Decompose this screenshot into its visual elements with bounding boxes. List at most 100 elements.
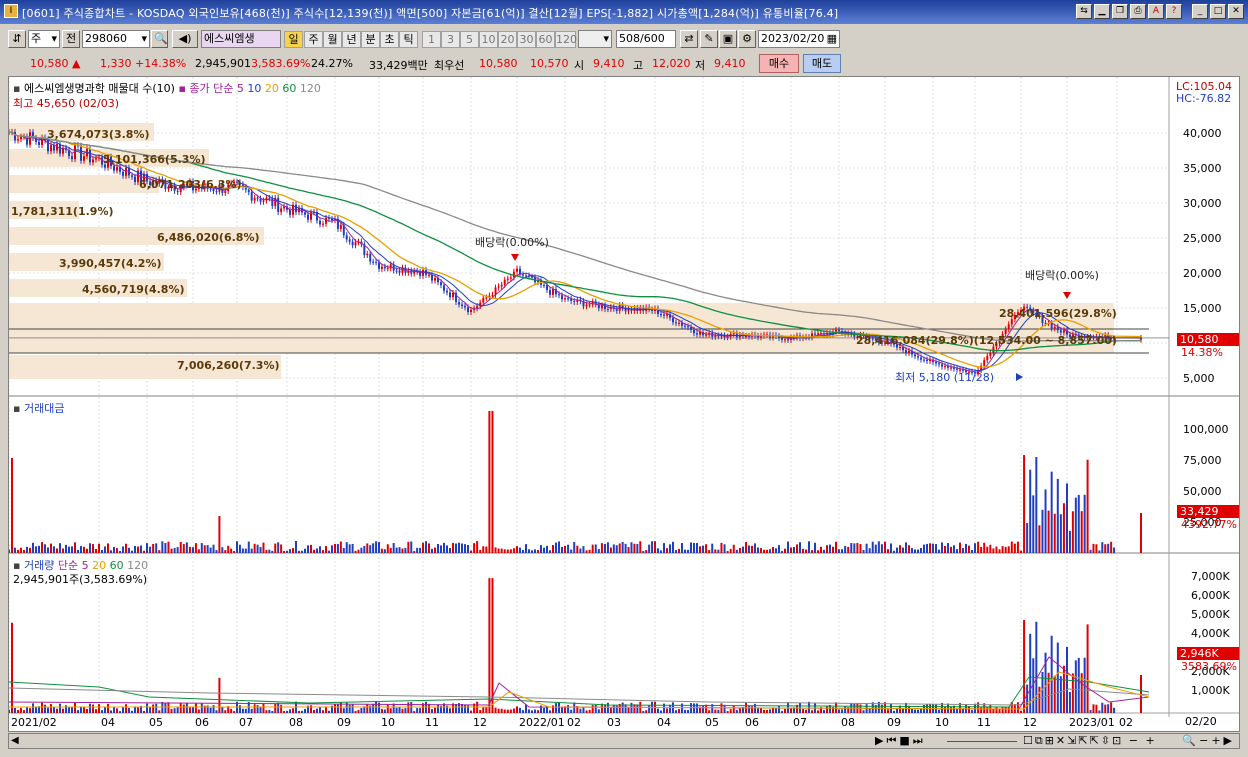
amount-bar: [212, 544, 215, 553]
volume-ytick: 7,000K: [1191, 570, 1230, 583]
stock-code-input[interactable]: 298060 ▾: [82, 30, 150, 48]
amount-bar: [826, 545, 828, 553]
candle: [283, 206, 286, 209]
volume-bar: [835, 702, 837, 713]
pin-icon[interactable]: ⇵: [8, 30, 26, 48]
alert-icon[interactable]: A: [1148, 4, 1164, 19]
tab-period-month[interactable]: 월: [323, 31, 342, 48]
tab-period-minute[interactable]: 분: [361, 31, 380, 48]
interval-3[interactable]: 3: [441, 31, 460, 48]
candle: [295, 204, 297, 213]
playback-controls[interactable]: ▶⏮■⏭: [875, 734, 926, 748]
candle: [503, 279, 506, 285]
minimize-button[interactable]: _: [1192, 4, 1208, 19]
interval-5[interactable]: 5: [460, 31, 479, 48]
amount-bar: [911, 548, 913, 553]
buy-button[interactable]: 매수: [759, 54, 799, 73]
chart-area[interactable]: 2021/02 04 05 06 07 08 09 10 11 12 2022/01 02 03 04 05…: [8, 76, 1240, 732]
amount-bar: [1053, 513, 1056, 553]
candle: [351, 241, 354, 246]
volume-bar: [817, 710, 819, 713]
type-select[interactable]: 주 ▾: [28, 30, 60, 48]
volume-bar: [1016, 702, 1019, 713]
chart-tools[interactable]: ☐⧉⊞✕⇲⇱⇱⇳⊡ − +: [1023, 734, 1157, 748]
sell-button[interactable]: 매도: [803, 54, 841, 73]
amount-bar: [941, 542, 943, 553]
count-input[interactable]: 508/600: [616, 30, 676, 48]
zoom-controls[interactable]: 🔍−+▶: [1182, 734, 1235, 747]
candle: [558, 294, 560, 296]
candle: [247, 189, 250, 193]
amount-bar: [974, 543, 976, 553]
amount-bar: [277, 542, 280, 553]
amount-bar: [657, 548, 659, 553]
amount-bar: [871, 541, 874, 553]
amount-bar: [567, 544, 570, 553]
interval-10[interactable]: 10: [479, 31, 498, 48]
volume-bar: [570, 709, 573, 713]
save-icon[interactable]: ▣: [719, 30, 737, 48]
minimize-alt-icon[interactable]: ▁: [1094, 4, 1110, 19]
zoom-icon[interactable]: ⇄: [680, 30, 698, 48]
volume-bar: [470, 710, 472, 713]
scroll-left-icon[interactable]: ◀: [11, 735, 19, 746]
market-button[interactable]: 전: [62, 30, 80, 48]
candle: [941, 364, 943, 367]
candle: [398, 270, 401, 273]
chart-tool-icon[interactable]: ✎: [700, 30, 718, 48]
interval-30[interactable]: 30: [517, 31, 536, 48]
date-input[interactable]: 2023/02/20 ▦: [758, 30, 840, 48]
tab-period-second[interactable]: 초: [380, 31, 399, 48]
vp-label-3: 6,071,203(6.3%): [139, 178, 242, 191]
interval-1[interactable]: 1: [422, 31, 441, 48]
volume-bar: [525, 704, 527, 713]
amount-bar: [194, 543, 197, 553]
interval-60[interactable]: 60: [536, 31, 555, 48]
amount-bar: [26, 546, 28, 553]
stock-name-field[interactable]: 에스씨엠생: [201, 30, 281, 48]
candle: [908, 350, 910, 353]
speaker-icon[interactable]: ◀): [172, 30, 198, 48]
tab-period-week[interactable]: 주: [304, 31, 323, 48]
amount-bar: [286, 550, 288, 553]
candle: [491, 294, 494, 296]
amount-bar: [537, 550, 539, 553]
amount-bar: [588, 549, 591, 553]
interval-120[interactable]: 120: [555, 31, 577, 48]
amount-bar: [790, 547, 792, 553]
interval-select[interactable]: ▾: [578, 30, 612, 48]
chart-scrollbar[interactable]: ◀ ▶⏮■⏭ ☐⧉⊞✕⇲⇱⇱⇳⊡ − + 🔍−+▶: [8, 733, 1240, 749]
close-button[interactable]: ✕: [1228, 4, 1244, 19]
candle: [1059, 330, 1062, 333]
print-icon[interactable]: ⎙: [1130, 4, 1146, 19]
tab-period-year[interactable]: 년: [342, 31, 361, 48]
amount-value: 33,429백만: [369, 59, 428, 72]
amount-bar: [805, 549, 807, 553]
candle: [449, 292, 451, 298]
amount-bar: [817, 550, 819, 553]
settings-icon[interactable]: ⚙: [738, 30, 756, 48]
help-icon[interactable]: ?: [1166, 4, 1182, 19]
amount-bar: [558, 541, 560, 553]
price-value: 10,580 ▲: [30, 57, 81, 70]
link-icon[interactable]: ⇆: [1076, 4, 1092, 19]
restore-alt-icon[interactable]: ❐: [1112, 4, 1128, 19]
candle: [253, 197, 256, 201]
amount-bar: [639, 541, 642, 553]
amount-bar: [769, 549, 771, 553]
amount-bar: [348, 544, 351, 553]
candle: [835, 329, 837, 332]
tab-period-day[interactable]: 일: [284, 31, 303, 48]
zoom-slider[interactable]: [947, 741, 1017, 744]
candle: [696, 333, 698, 335]
tab-period-tick[interactable]: 틱: [399, 31, 418, 48]
amount-bar: [811, 550, 813, 553]
interval-20[interactable]: 20: [498, 31, 517, 48]
volume-bar: [336, 704, 339, 713]
search-icon[interactable]: 🔍: [151, 30, 168, 48]
amount-bar: [844, 545, 847, 553]
window-title: [0601] 주식종합차트 - KOSDAQ 외국인보유[468(천)] 주식수…: [22, 7, 839, 20]
maximize-button[interactable]: □: [1210, 4, 1226, 19]
amount-bar: [253, 543, 256, 553]
x-tick-label: 04: [101, 716, 115, 729]
